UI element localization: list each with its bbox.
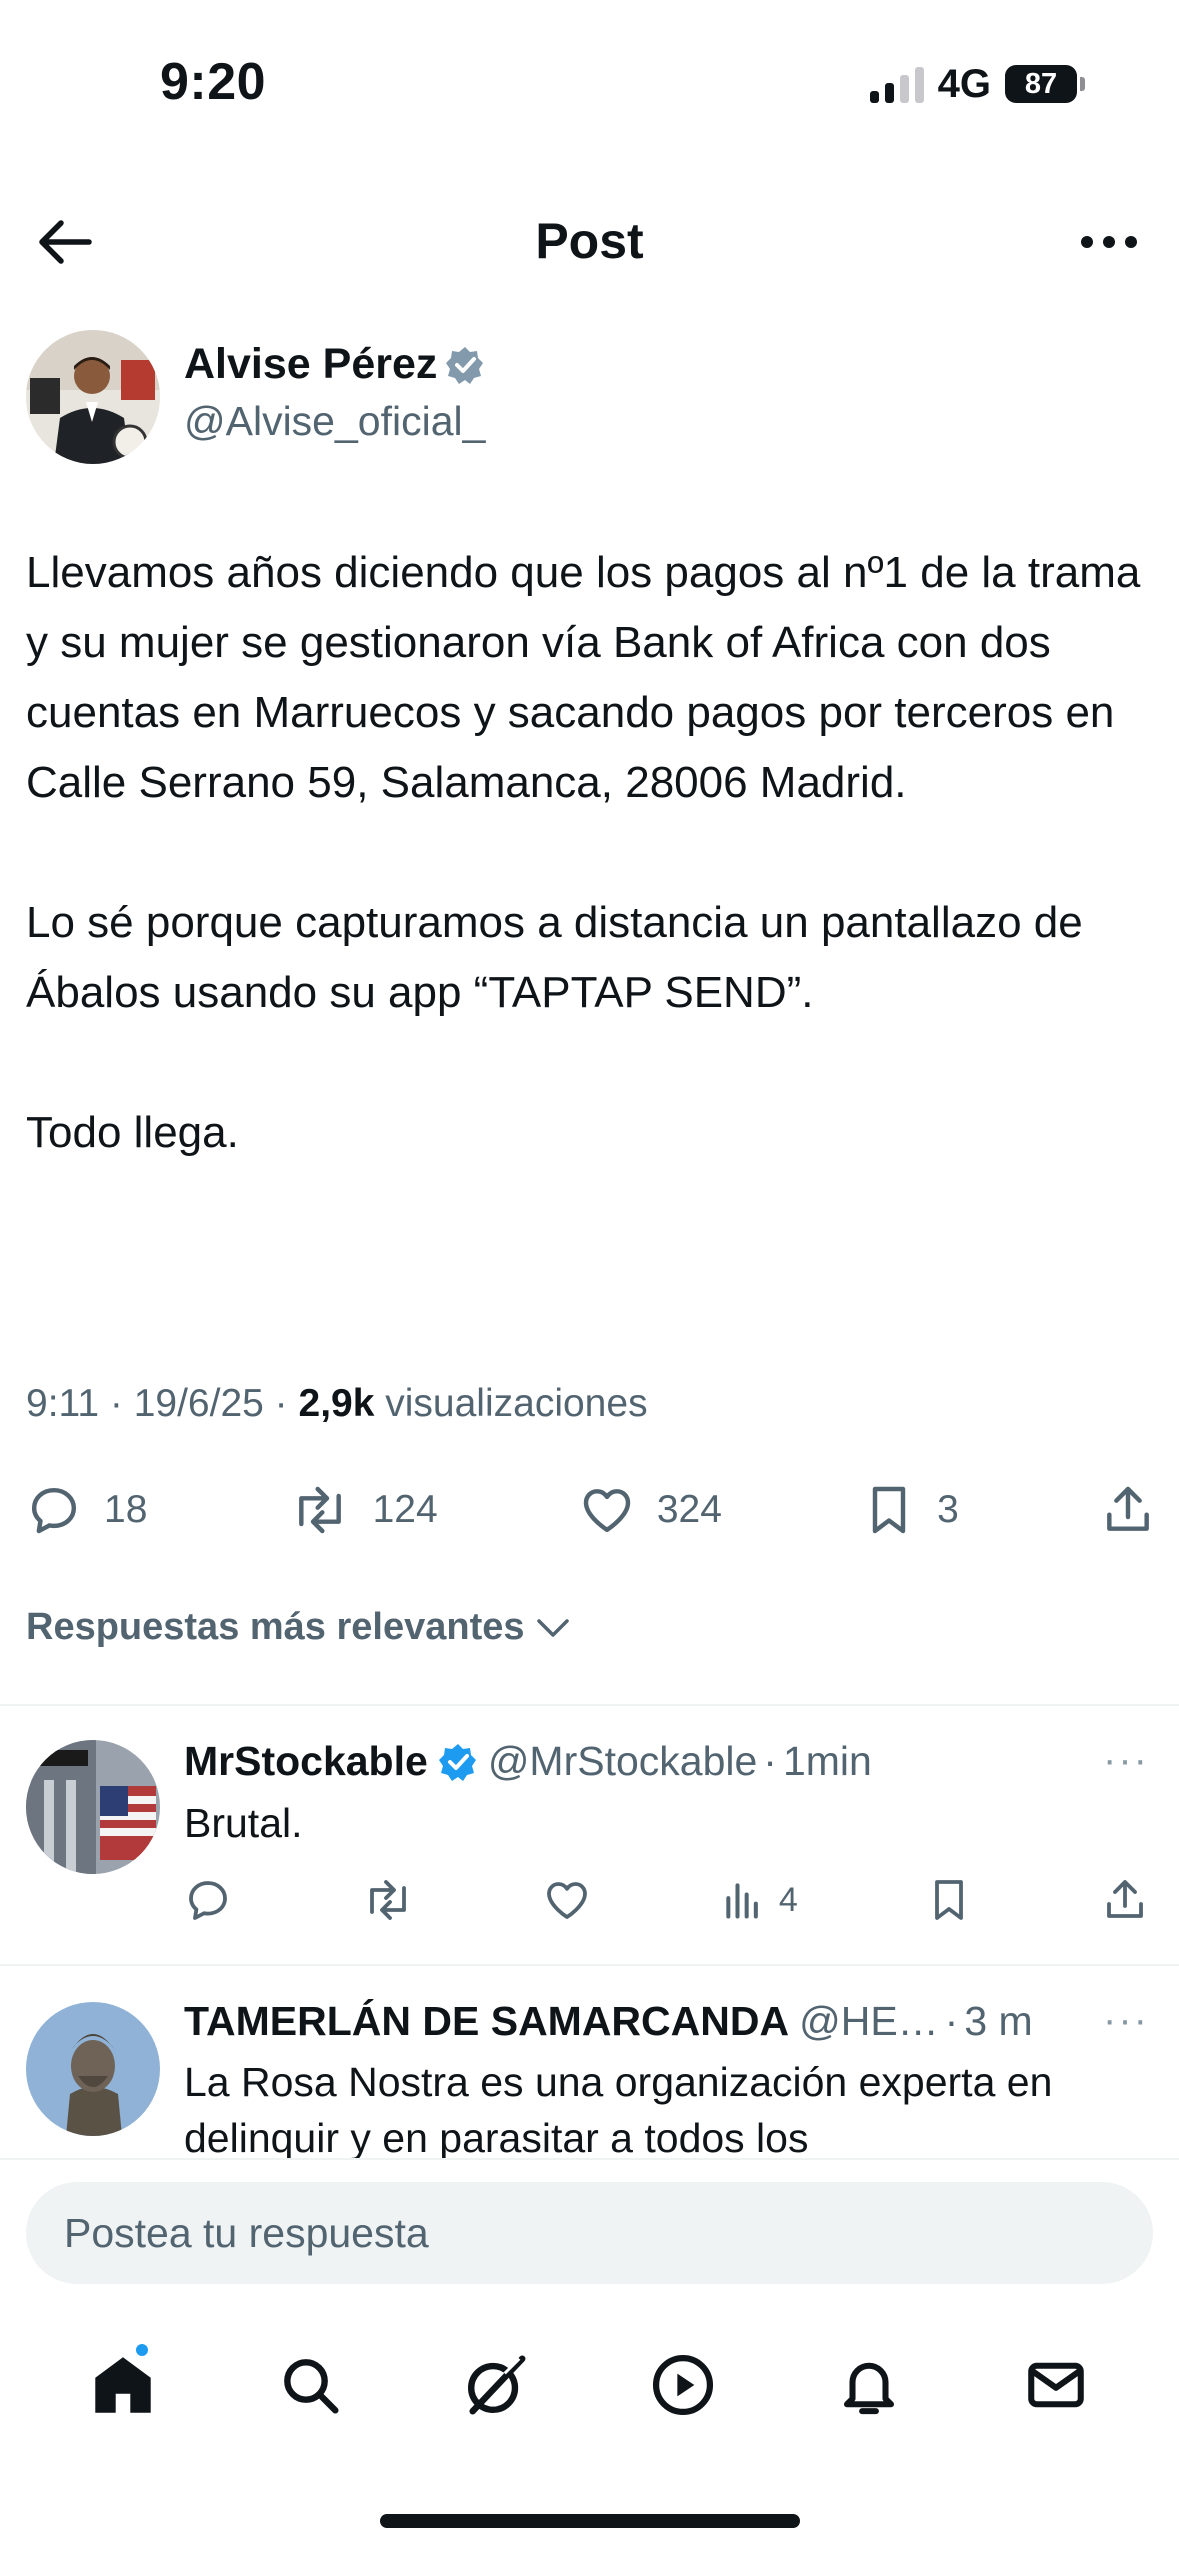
reply-icon [189,1881,227,1920]
more-horizontal-icon [1081,236,1137,248]
analytics-icon [726,1883,758,1919]
author-avatar[interactable] [26,330,160,464]
nav-home[interactable] [73,2335,173,2435]
status-indicators: 4G 87 [869,61,1085,106]
reply-author-name[interactable]: TAMERLÁN DE SAMARCANDA [184,1998,789,2045]
more-options-button[interactable] [1069,210,1149,274]
reply-header: MrStockable @MrStockable · 1min [184,1738,872,1785]
reply-author-name[interactable]: MrStockable [184,1738,428,1785]
bookmark-button[interactable]: 3 [863,1482,959,1538]
bookmark-icon [935,1880,964,1920]
author-name-row[interactable]: Alvise Pérez [184,340,485,389]
verified-badge-icon [446,346,484,384]
share-button[interactable] [1100,1482,1156,1538]
nav-messages[interactable] [1006,2335,1106,2435]
home-icon [95,2357,151,2413]
nav-grok[interactable] [446,2335,546,2435]
reply-more-button[interactable]: ··· [1103,1998,1149,2043]
divider [0,1964,1179,1966]
verified-badge-icon [438,1743,476,1781]
post-actions: 18 124 324 3 [26,1470,1156,1550]
post-meta: 9:11 · 19/6/25 · 2,9k visualizaciones [26,1382,648,1425]
reply-bookmark-button[interactable] [927,1876,971,1924]
reply-author-handle[interactable]: @MrStockable [488,1738,757,1785]
post-text: Llevamos años diciendo que los pagos al … [26,538,1156,1168]
post-paragraph: Lo sé porque capturamos a distancia un p… [26,898,1083,1017]
reply-share-button[interactable] [1101,1876,1149,1924]
reply-reply-button[interactable] [184,1876,232,1924]
battery-level: 87 [1024,67,1058,100]
reply-text: La Rosa Nostra es una organización exper… [184,2059,1053,2161]
grok-icon [468,2355,526,2415]
author-name[interactable]: Alvise Pérez [184,340,437,389]
post-date: 19/6/25 [133,1382,264,1425]
video-icon [652,2354,713,2416]
repost-icon [369,1880,406,1920]
page-title: Post [535,213,644,269]
bookmark-icon [872,1486,906,1534]
nav-search[interactable] [260,2335,360,2435]
reply-count: 18 [104,1488,148,1531]
reply-time: 1min [782,1738,872,1784]
share-icon [1107,1486,1149,1531]
like-count: 324 [656,1488,722,1531]
home-indicator [380,2514,800,2528]
search-icon [283,2359,339,2414]
repost-button[interactable]: 124 [289,1482,438,1538]
status-time: 9:20 [160,53,267,111]
cellular-signal-icon [869,65,924,103]
nav-notifications[interactable] [819,2335,919,2435]
messages-icon [1027,2362,1084,2408]
reply-avatar[interactable] [26,1740,160,1874]
reply-repost-button[interactable] [362,1876,414,1924]
post-views-count: 2,9k [298,1382,375,1425]
network-type: 4G [937,61,991,106]
heart-icon [547,1882,588,1919]
post-paragraph: Llevamos años diciendo que los pagos al … [26,548,1141,807]
reply-compose-input[interactable]: Postea tu respuesta [26,2182,1153,2284]
heart-icon [583,1489,631,1533]
reply-avatar[interactable] [26,2002,160,2136]
like-button[interactable]: 324 [579,1482,722,1538]
reply-text: Brutal. [184,1800,303,1846]
reply-views-count: 4 [778,1880,798,1919]
notifications-icon [844,2362,895,2415]
bookmark-count: 3 [937,1488,959,1531]
share-icon [1107,1880,1143,1918]
reply-icon [31,1487,77,1534]
reply-button[interactable]: 18 [26,1482,147,1538]
post-views-label: visualizaciones [385,1382,648,1425]
replies-sort-dropdown[interactable]: Respuestas más relevantes [26,1606,571,1649]
reply-author-handle[interactable]: @HE… [799,1998,939,2045]
battery-icon: 87 [1005,65,1085,103]
post-paragraph: Todo llega. [26,1108,239,1157]
reply-views-button[interactable]: 4 [721,1878,798,1922]
reply-more-button[interactable]: ··· [1103,1738,1149,1783]
reply-like-button[interactable] [543,1876,591,1924]
nav-video[interactable] [633,2335,733,2435]
repost-count: 124 [372,1488,438,1531]
chevron-down-icon [536,1618,569,1637]
reply-header: TAMERLÁN DE SAMARCANDA @HE… · 3 m [184,1998,1033,2045]
repost-icon [298,1486,341,1534]
reply-time: 3 m [964,1998,1033,2044]
author-handle[interactable]: @Alvise_oficial_ [184,398,485,445]
replies-sort-label: Respuestas más relevantes [26,1606,525,1648]
bottom-navigation [0,2320,1179,2450]
divider [0,1704,1179,1706]
reply-actions: 4 [184,1870,1149,1930]
post-time: 9:11 [26,1382,100,1425]
